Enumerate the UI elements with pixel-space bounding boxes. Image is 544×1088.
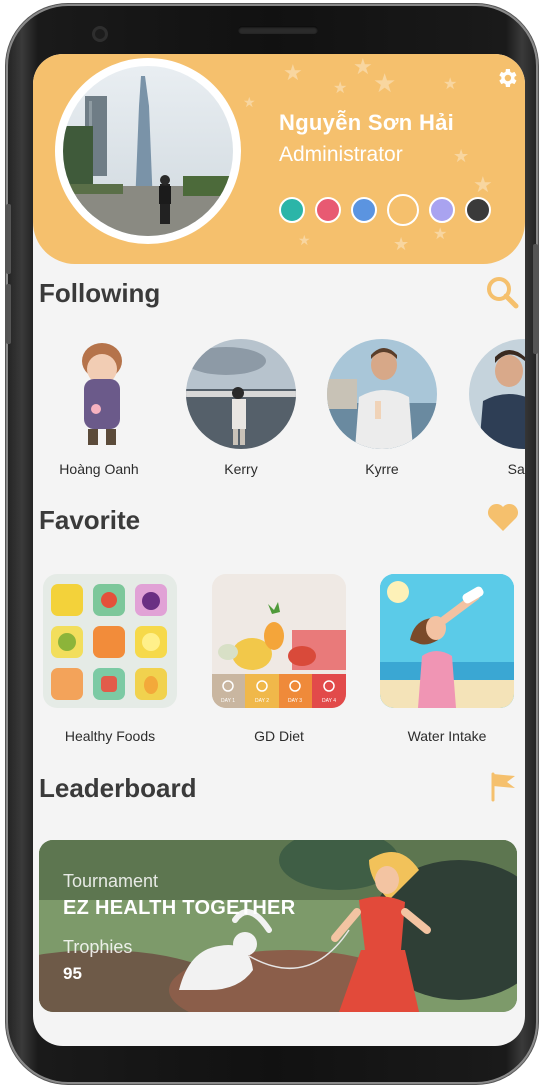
star-decoration: ★: [333, 80, 348, 97]
avatar[interactable]: [63, 66, 233, 236]
tournament-illustration: [39, 840, 517, 1012]
star-decoration: ★: [283, 60, 303, 85]
favorite-item[interactable]: DAY 1 DAY 2 DAY 3 DAY 4 GD Diet: [212, 574, 346, 744]
following-user[interactable]: Kerry: [185, 339, 297, 477]
favorite-label: Healthy Foods: [64, 728, 156, 744]
star-decoration: ★: [353, 54, 373, 79]
star-decoration: ★: [453, 146, 470, 166]
search-icon[interactable]: [485, 275, 519, 314]
user-avatar: [327, 339, 437, 449]
theme-swatch-lavender[interactable]: [429, 197, 455, 223]
tournament-name: EZ HEALTH TOGETHER: [63, 897, 296, 919]
volume-button-2: [6, 284, 11, 344]
favorite-item[interactable]: Healthy Foods: [43, 574, 177, 744]
star-decoration: ★: [243, 94, 256, 110]
water-intake-tile: [380, 574, 514, 708]
heart-icon[interactable]: [487, 502, 519, 537]
following-user[interactable]: Sand: [468, 339, 525, 477]
speaker-grille: [238, 26, 318, 34]
user-avatar: [186, 339, 296, 449]
theme-color-picker: [279, 194, 491, 226]
user-avatar: [469, 339, 525, 449]
star-decoration: ★: [373, 68, 397, 98]
theme-swatch-blue[interactable]: [351, 197, 377, 223]
gd-diet-tile: DAY 1 DAY 2 DAY 3 DAY 4: [212, 574, 346, 708]
profile-role: Administrator: [279, 143, 403, 166]
trophies-label: Trophies: [63, 937, 133, 957]
trophies-value: 95: [63, 964, 82, 983]
tournament-label: Tournament: [63, 871, 159, 891]
diet-day-label: DAY 1: [221, 698, 235, 704]
flag-icon[interactable]: [489, 770, 519, 807]
favorite-label: GD Diet: [254, 728, 304, 744]
favorite-item[interactable]: Water Intake: [380, 574, 514, 744]
phone-frame: ★ ★ ★ ★ ★ ★ ★ ★ ★ ★ ★ Nguyễn Sơn Hải Adm…: [6, 4, 538, 1084]
gear-icon[interactable]: [495, 66, 519, 90]
following-user[interactable]: Kyrre: [326, 339, 438, 477]
app-screen: ★ ★ ★ ★ ★ ★ ★ ★ ★ ★ ★ Nguyễn Sơn Hải Adm…: [33, 54, 525, 1046]
user-name: Kerry: [224, 461, 258, 477]
avatar-photo: [63, 66, 233, 236]
star-decoration: ★: [393, 234, 410, 254]
theme-swatch-yellow-selected[interactable]: [387, 194, 419, 226]
profile-header: ★ ★ ★ ★ ★ ★ ★ ★ ★ ★ ★ Nguyễn Sơn Hải Adm…: [33, 54, 525, 264]
diet-day-label: DAY 3: [288, 698, 302, 704]
profile-name: Nguyễn Sơn Hải: [279, 110, 455, 135]
theme-swatch-teal[interactable]: [279, 197, 305, 223]
star-decoration: ★: [443, 76, 458, 93]
star-decoration: ★: [298, 232, 311, 248]
star-decoration: ★: [433, 226, 448, 243]
user-name: Sand: [507, 461, 525, 477]
favorite-label: Water Intake: [407, 728, 487, 744]
following-heading: Following: [39, 278, 161, 308]
tournament-card[interactable]: Tournament EZ HEALTH TOGETHER Trophies 9…: [39, 840, 517, 1012]
diet-day-label: DAY 2: [255, 698, 269, 704]
volume-button: [6, 204, 11, 274]
user-name: Hoàng Oanh: [59, 461, 139, 477]
front-camera: [92, 26, 108, 42]
healthy-foods-tile: [43, 574, 177, 708]
diet-day-label: DAY 4: [322, 698, 336, 704]
theme-swatch-pink[interactable]: [315, 197, 341, 223]
leaderboard-heading: Leaderboard: [39, 773, 197, 803]
user-avatar: [44, 339, 154, 449]
favorite-heading: Favorite: [39, 505, 141, 535]
following-user[interactable]: Hoàng Oanh: [43, 339, 155, 477]
theme-swatch-dark[interactable]: [465, 197, 491, 223]
user-name: Kyrre: [365, 461, 399, 477]
power-button: [533, 244, 538, 354]
